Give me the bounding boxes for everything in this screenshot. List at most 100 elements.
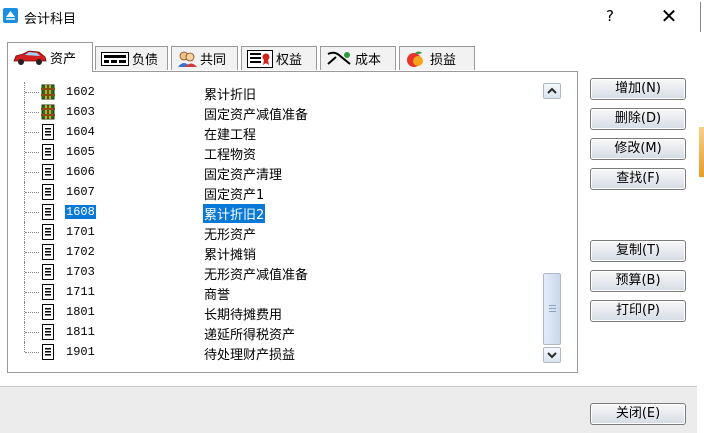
tree-branch — [25, 252, 39, 253]
title-bar: 会计科目 ? ✕ — [0, 0, 704, 32]
document-icon — [40, 264, 56, 283]
scroll-up-button[interactable] — [543, 83, 561, 99]
account-code: 1811 — [66, 325, 95, 339]
document-icon — [40, 124, 56, 143]
document-icon — [40, 284, 56, 303]
document-icon — [40, 204, 56, 223]
account-row[interactable]: 1605 工程物资 — [18, 142, 536, 163]
document-icon — [40, 304, 56, 323]
tab-assets-label: 资产 — [50, 52, 77, 67]
account-row[interactable]: 1608 累计折旧2 — [18, 202, 536, 224]
document-icon — [40, 164, 56, 183]
budget-button[interactable]: 预算(B) — [590, 270, 686, 292]
tab-liabilities-label: 负债 — [132, 53, 159, 68]
find-button[interactable]: 查找(F) — [590, 168, 686, 190]
account-name: 累计折旧2 — [201, 203, 267, 224]
account-code: 1901 — [66, 345, 95, 359]
account-name: 工程物资 — [204, 148, 257, 163]
document-icon — [40, 184, 56, 203]
account-row[interactable]: 1602 累计折旧 — [18, 82, 536, 103]
add-button[interactable]: 增加(N) — [590, 78, 686, 100]
account-name: 固定资产清理 — [204, 168, 283, 183]
tab-common-label: 共同 — [200, 53, 227, 68]
apple-icon — [407, 51, 423, 67]
tab-equity[interactable]: 权益 — [241, 46, 317, 70]
account-row[interactable]: 1701 无形资产 — [18, 222, 536, 243]
tree-branch — [25, 232, 39, 233]
account-name: 固定资产1 — [204, 188, 265, 203]
tab-liabilities[interactable]: 负债 — [95, 46, 168, 70]
tree-branch — [25, 152, 39, 153]
tree-branch — [25, 192, 39, 193]
account-name: 商誉 — [204, 288, 231, 303]
category-tabs: 资产 负债 共同 权益 成本 损益 — [7, 42, 477, 72]
scroll-thumb[interactable] — [543, 273, 561, 345]
account-row[interactable]: 1811 递延所得税资产 — [18, 322, 536, 343]
help-button[interactable]: ? — [598, 5, 622, 27]
tab-profit-loss-label: 损益 — [430, 53, 457, 68]
tab-assets[interactable]: 资产 — [7, 42, 93, 72]
account-name: 无形资产 — [204, 228, 257, 243]
account-name: 固定资产减值准备 — [204, 108, 309, 123]
delete-button[interactable]: 删除(D) — [590, 108, 686, 130]
background-window-edge — [697, 0, 704, 433]
account-name: 累计摊销 — [204, 248, 257, 263]
account-row[interactable]: 1901 待处理财产损益 — [18, 342, 536, 363]
chevron-down-icon — [547, 352, 557, 359]
account-code: 1801 — [66, 305, 95, 319]
tree-branch — [25, 112, 39, 113]
account-row[interactable]: 1607 固定资产1 — [18, 182, 536, 203]
account-name: 长期待摊费用 — [204, 308, 283, 323]
window-title: 会计科目 — [24, 12, 77, 27]
document-icon — [40, 324, 56, 343]
tab-cost-label: 成本 — [355, 53, 382, 68]
account-name: 在建工程 — [204, 128, 257, 143]
close-window-button[interactable]: ✕ — [655, 5, 683, 27]
account-code: 1607 — [66, 185, 95, 199]
tab-common[interactable]: 共同 — [171, 46, 238, 70]
ledger-icon — [40, 104, 56, 123]
tree-branch — [25, 92, 39, 93]
account-name: 累计折旧 — [204, 88, 257, 103]
account-row[interactable]: 1604 在建工程 — [18, 122, 536, 143]
tools-icon — [327, 51, 351, 65]
account-name: 递延所得税资产 — [204, 328, 296, 343]
tree-branch — [25, 272, 39, 273]
edit-button[interactable]: 修改(M) — [590, 138, 686, 160]
tab-profit-loss[interactable]: 损益 — [399, 46, 475, 70]
account-row[interactable]: 1703 无形资产减值准备 — [18, 262, 536, 283]
copy-button[interactable]: 复制(T) — [590, 240, 686, 262]
account-row[interactable]: 1702 累计摊销 — [18, 242, 536, 263]
close-button[interactable]: 关闭(E) — [590, 403, 686, 425]
print-button[interactable]: 打印(P) — [590, 300, 686, 322]
account-code: 1602 — [66, 85, 95, 99]
account-row[interactable]: 1801 长期待摊费用 — [18, 302, 536, 323]
tree-branch — [25, 172, 39, 173]
chevron-up-icon — [547, 87, 557, 94]
car-icon — [13, 50, 47, 65]
tree-branch — [25, 332, 39, 333]
account-row[interactable]: 1606 固定资产清理 — [18, 162, 536, 183]
app-icon — [3, 8, 18, 23]
account-code: 1608 — [65, 205, 96, 219]
account-code: 1701 — [66, 225, 95, 239]
account-code: 1603 — [66, 105, 95, 119]
document-icon — [40, 344, 56, 363]
account-row[interactable]: 1711 商誉 — [18, 282, 536, 303]
tree-branch — [25, 312, 39, 313]
vertical-scrollbar[interactable] — [541, 82, 564, 365]
account-code: 1604 — [66, 125, 95, 139]
people-icon — [178, 51, 197, 67]
account-code: 1605 — [66, 145, 95, 159]
account-code: 1606 — [66, 165, 95, 179]
certificate-icon — [247, 49, 273, 68]
tab-cost[interactable]: 成本 — [320, 46, 396, 70]
account-name: 无形资产减值准备 — [204, 268, 309, 283]
scroll-down-button[interactable] — [543, 347, 561, 363]
tree-branch — [25, 132, 39, 133]
account-row[interactable]: 1603 固定资产减值准备 — [18, 102, 536, 123]
ledger-icon — [40, 84, 56, 103]
account-tree-list[interactable]: 1602 累计折旧 1603 固定资产减值准备 1604 在建工程 1605 工程物资 1606… — [18, 82, 536, 365]
document-icon — [40, 224, 56, 243]
tree-branch — [25, 292, 39, 293]
